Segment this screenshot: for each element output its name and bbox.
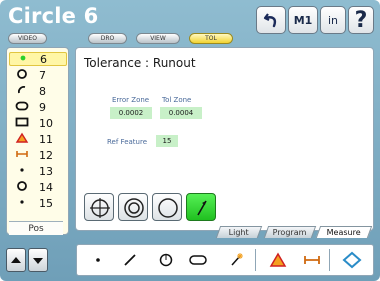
feature-number: 6 [40,52,47,66]
error-zone-label: Error Zone [112,96,150,104]
runout-tolerance-button[interactable] [186,193,216,221]
measure-slot-button[interactable] [185,245,211,275]
toolbar-divider [255,249,256,271]
tol-mode-button[interactable]: TOL [189,33,233,44]
circle-icon [13,180,31,195]
feature-item[interactable]: 14 [9,180,67,194]
feature-number: 8 [39,84,46,98]
feature-item[interactable]: 12 [9,148,67,162]
measure-skew-button[interactable] [339,245,365,275]
feature-number: 7 [39,68,46,82]
position-tolerance-button[interactable] [84,193,114,221]
window-title: Circle 6 [8,4,99,28]
feature-item[interactable]: 10 [9,116,67,130]
view-mode-button[interactable]: VIEW [136,33,180,44]
feature-item[interactable]: 13 [9,164,67,178]
tab-label: Program [272,228,307,237]
feature-item[interactable]: 6 [9,52,67,66]
toolbar-divider [329,249,330,271]
slot-icon [13,100,31,115]
tab-measure[interactable]: Measure [315,226,373,238]
help-button[interactable]: ? [348,6,374,34]
feature-item[interactable]: 15 [9,196,67,210]
measure-point-button[interactable] [85,245,111,275]
up-arrow-icon [11,257,21,263]
m1-button[interactable]: M1 [288,6,318,34]
point-icon [96,258,100,262]
distance-icon [304,256,320,264]
undo-button[interactable] [256,6,286,34]
tab-label: Measure [326,228,361,237]
blob-icon [231,253,243,266]
concentricity-icon [124,198,144,218]
feature-item[interactable]: 8 [9,84,67,98]
tab-program[interactable]: Program [263,226,317,238]
tab-label: Light [228,228,249,237]
measure-line-button[interactable] [117,245,143,275]
feature-number: 10 [39,116,53,130]
feature-number: 12 [39,148,53,162]
measure-distance-button[interactable] [299,245,325,275]
arc-icon [13,84,31,99]
video-mode-button[interactable]: VIDEO [8,33,47,44]
circularity-tolerance-button[interactable] [152,193,182,221]
measure-angle-button[interactable] [265,245,291,275]
feature-number: 9 [39,100,46,114]
circle-icon [159,253,173,267]
ref-feature-value[interactable]: 15 [156,135,178,147]
measure-toolbar [76,244,374,276]
circularity-icon [158,198,178,218]
position-icon [90,198,110,218]
measure-circle-button[interactable] [153,245,179,275]
tol-zone-value[interactable]: 0.0004 [160,107,202,119]
tab-light[interactable]: Light [215,226,263,238]
dro-mode-button[interactable]: DRO [88,33,127,44]
tol-zone-label: Tol Zone [162,96,192,104]
point-icon [14,52,32,66]
measure-blob-button[interactable] [223,245,249,275]
undo-icon [263,13,277,28]
app-frame: Circle 6 VIDEO DRO VIEW TOL M1 in ? 6 7 [0,0,380,281]
point-icon [13,164,31,178]
line-icon [124,254,136,266]
feature-item[interactable]: 9 [9,100,67,114]
scroll-down-button[interactable] [28,248,48,272]
point-icon [13,196,31,210]
circle-icon [13,68,31,83]
scroll-up-button[interactable] [6,248,26,272]
angle-icon [269,252,287,267]
pos-tab[interactable]: Pos [9,221,63,235]
rectangle-icon [13,116,31,131]
runout-icon [197,200,207,216]
error-zone-value: 0.0002 [110,107,152,119]
down-arrow-icon [33,258,43,264]
feature-number: 14 [39,180,53,194]
feature-list: 6 7 8 9 10 11 12 13 14 15 [6,47,69,235]
tolerance-title: Tolerance : Runout [84,56,196,70]
ref-feature-label: Ref Feature [107,138,147,146]
concentricity-tolerance-button[interactable] [118,193,148,221]
feature-number: 13 [39,164,53,178]
feature-item[interactable]: 11 [9,132,67,146]
feature-number: 11 [39,132,53,146]
feature-item[interactable]: 7 [9,68,67,82]
angle-icon [13,132,31,147]
skew-icon [342,251,362,269]
units-button[interactable]: in [320,6,346,34]
slot-icon [189,255,207,265]
distance-icon [13,148,31,163]
tolerance-panel: Tolerance : Runout Error Zone 0.0002 Tol… [75,47,374,231]
feature-number: 15 [39,196,53,210]
